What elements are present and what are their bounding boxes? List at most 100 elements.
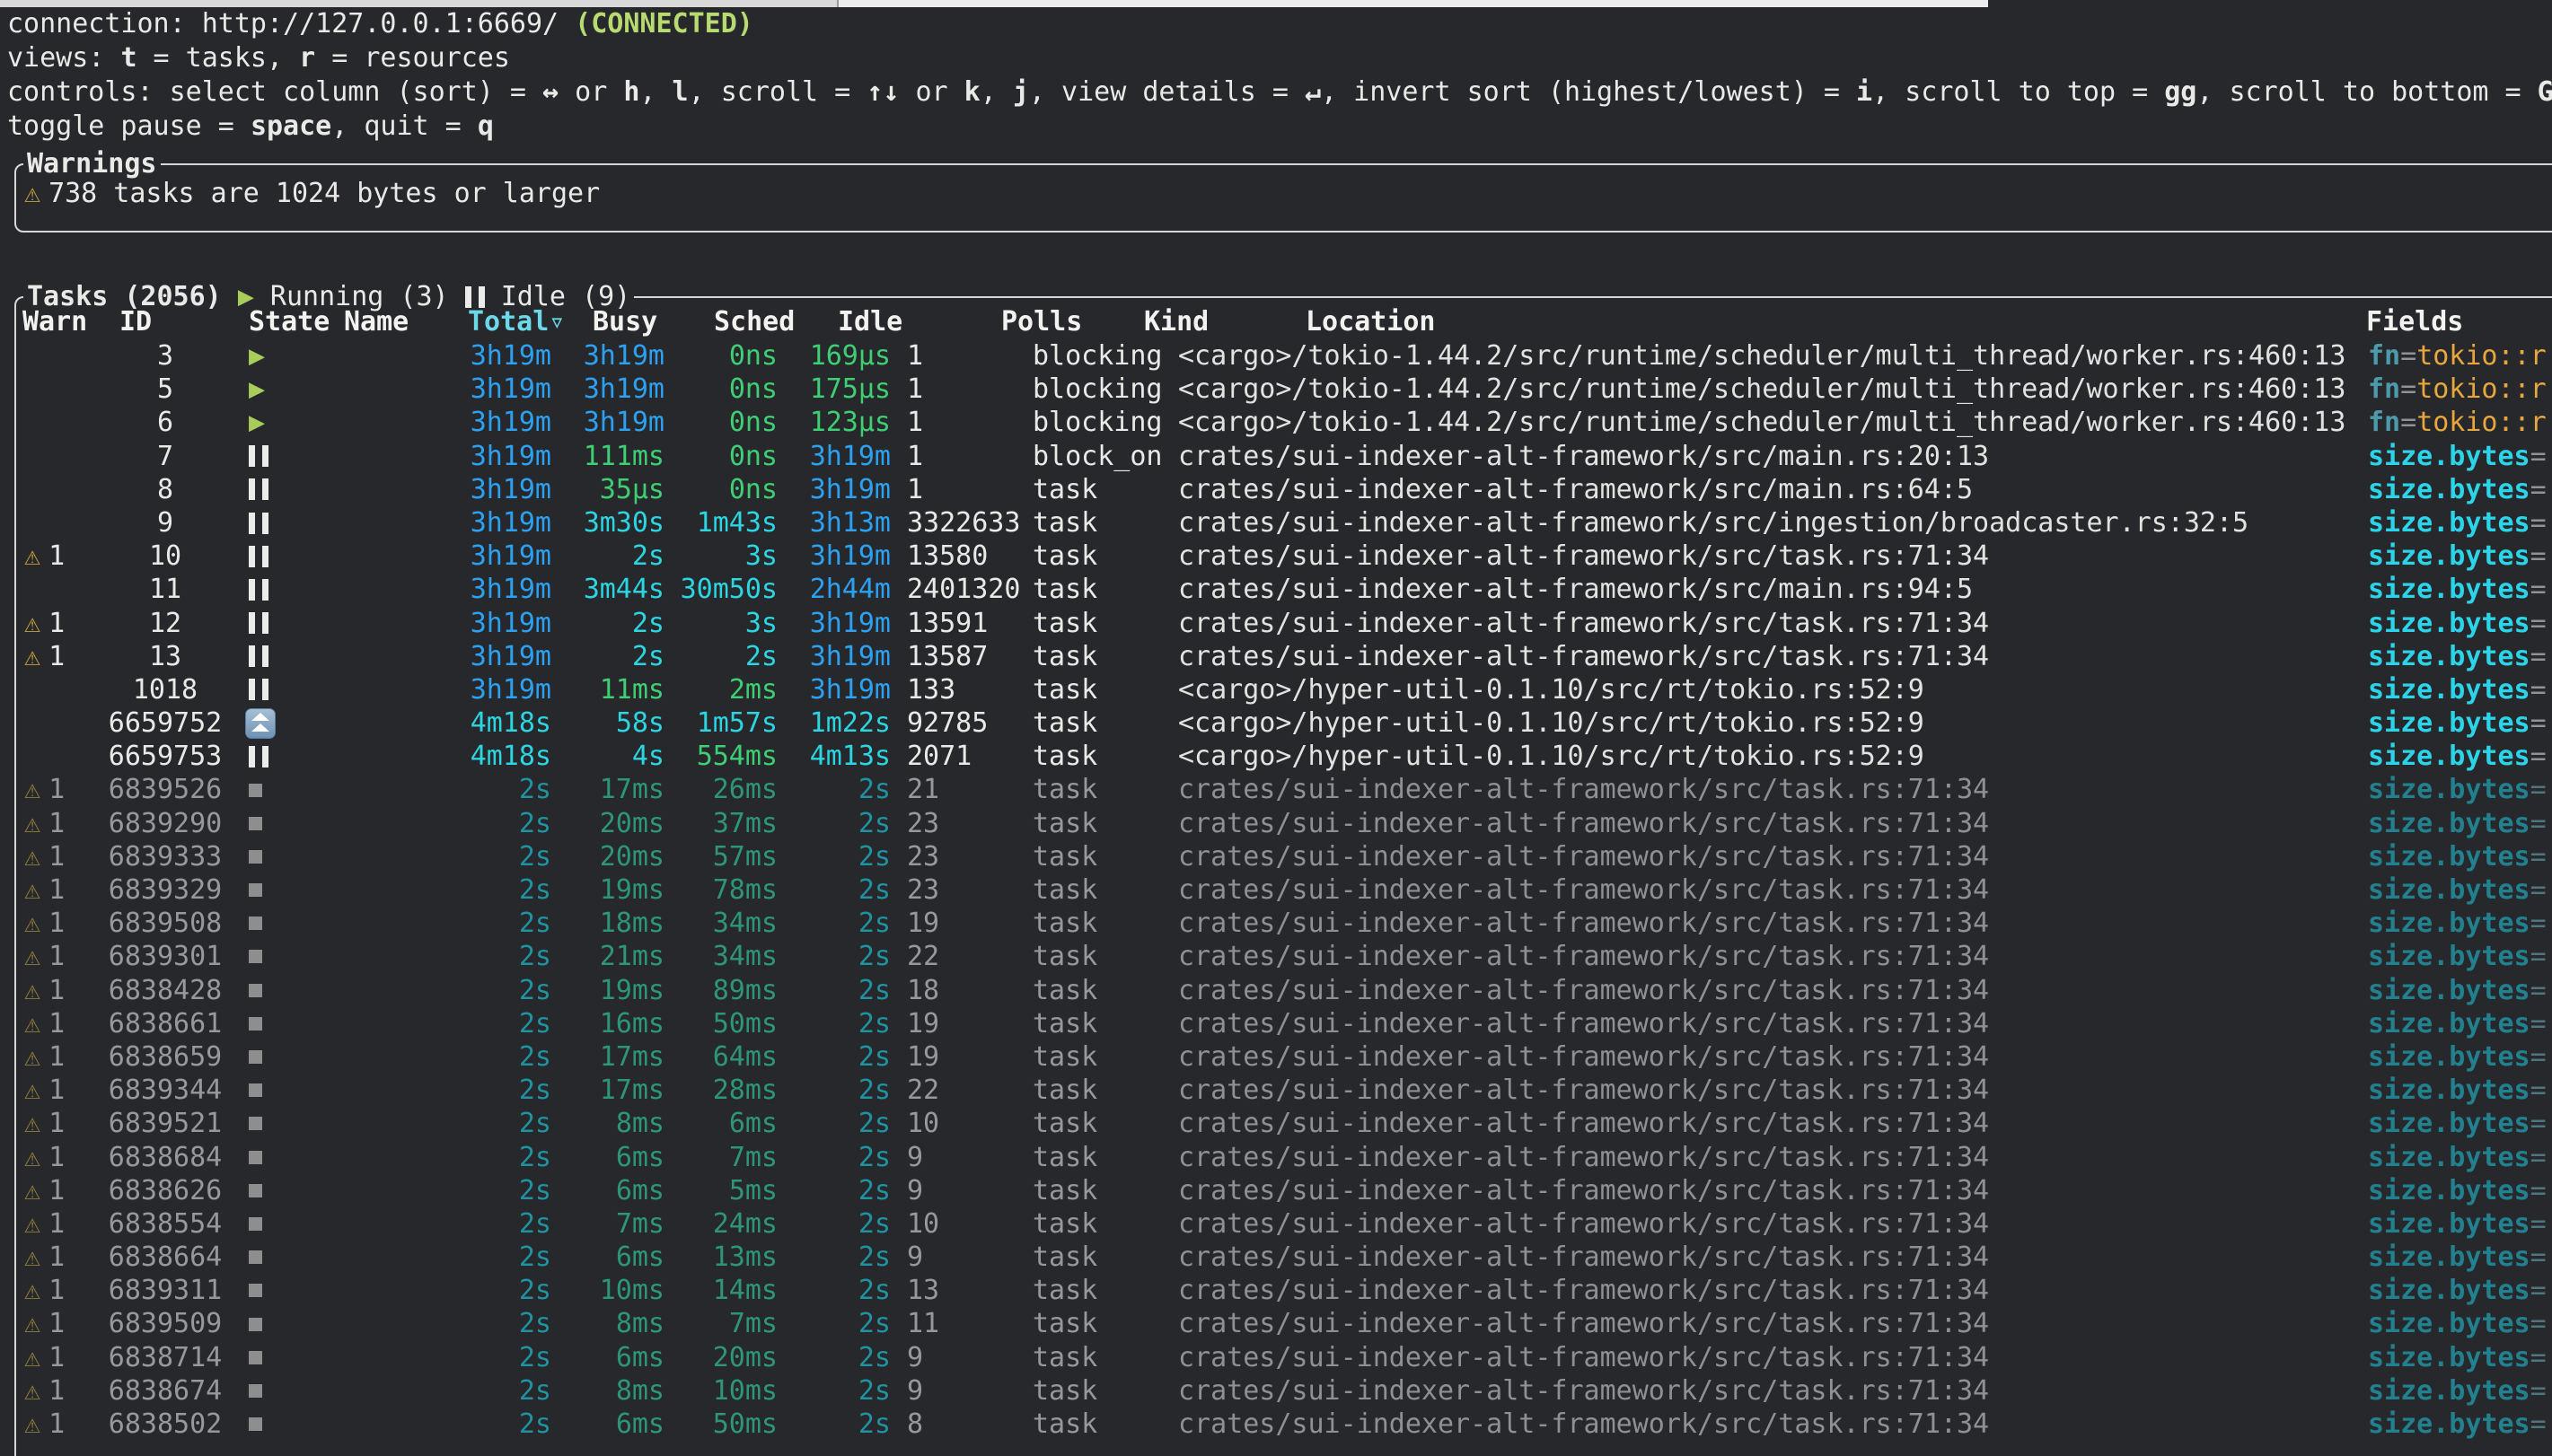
cell-fields: size.bytes= bbox=[2353, 1141, 2552, 1174]
task-row[interactable]: ⚠168395212s8ms6ms2s10taskcrates/sui-inde… bbox=[16, 1107, 2552, 1140]
warning-icon: ⚠ bbox=[24, 840, 40, 873]
duration-value: 34ms bbox=[713, 941, 778, 972]
pause-icon bbox=[249, 612, 268, 634]
task-row[interactable]: ⚠168387142s6ms20ms2s9taskcrates/sui-inde… bbox=[16, 1341, 2552, 1374]
cell-state bbox=[228, 506, 289, 539]
column-header-total[interactable]: Total▿ bbox=[468, 305, 565, 339]
cell-total: 2s bbox=[343, 1274, 551, 1307]
cell-warn: ⚠1 bbox=[16, 640, 102, 673]
task-row[interactable]: ⚠168392902s20ms37ms2s23taskcrates/sui-in… bbox=[16, 807, 2552, 840]
task-row[interactable]: ⚠1123h19m2s3s3h19m13591taskcrates/sui-in… bbox=[16, 607, 2552, 640]
task-row[interactable]: ⚠1133h19m2s2s3h19m13587taskcrates/sui-in… bbox=[16, 640, 2552, 673]
cell-id: 6839333 bbox=[102, 840, 228, 873]
duration-value: 6ms bbox=[616, 1408, 664, 1440]
location-path: crates/sui-indexer-alt-framework/src/tas… bbox=[1178, 774, 1989, 805]
duration-value: 10ms bbox=[713, 1375, 778, 1407]
column-header-busy[interactable]: Busy bbox=[593, 305, 657, 339]
cell-busy: 8ms bbox=[551, 1107, 664, 1140]
column-header-id[interactable]: ID bbox=[119, 305, 152, 339]
task-row[interactable]: ⚠168393442s17ms28ms2s22taskcrates/sui-in… bbox=[16, 1074, 2552, 1107]
cell-sched: 2s bbox=[664, 640, 778, 673]
column-header-polls[interactable]: Polls bbox=[1001, 305, 1082, 339]
column-header-state[interactable]: State bbox=[249, 305, 330, 339]
task-row[interactable]: ⚠168386262s6ms5ms2s9taskcrates/sui-index… bbox=[16, 1174, 2552, 1207]
cell-fields: size.bytes= bbox=[2353, 974, 2552, 1007]
cell-sched: 57ms bbox=[664, 840, 778, 873]
task-row[interactable]: ⚠168386742s8ms10ms2s9taskcrates/sui-inde… bbox=[16, 1374, 2552, 1408]
task-row[interactable]: 10183h19m11ms2ms3h19m133task<cargo>/hype… bbox=[16, 673, 2552, 706]
task-row[interactable]: ⚠168385022s6ms50ms2s8taskcrates/sui-inde… bbox=[16, 1408, 2552, 1441]
task-row[interactable]: ⚠168393332s20ms57ms2s23taskcrates/sui-in… bbox=[16, 840, 2552, 873]
field-equals: = bbox=[2530, 874, 2547, 906]
woken-up-arrow-icon bbox=[245, 708, 276, 739]
task-row[interactable]: ⚠168386842s6ms7ms2s9taskcrates/sui-index… bbox=[16, 1141, 2552, 1174]
cell-location: crates/sui-indexer-alt-framework/src/tas… bbox=[1178, 1107, 2353, 1140]
task-row[interactable]: ⚠168386642s6ms13ms2s9taskcrates/sui-inde… bbox=[16, 1241, 2552, 1274]
cell-fields: size.bytes= bbox=[2353, 907, 2552, 940]
task-row[interactable]: ⚠168393012s21ms34ms2s22taskcrates/sui-in… bbox=[16, 940, 2552, 973]
task-row[interactable]: ⚠168386592s17ms64ms2s19taskcrates/sui-in… bbox=[16, 1040, 2552, 1074]
duration-value: 2s bbox=[858, 774, 891, 805]
task-row[interactable]: ⚠168393292s19ms78ms2s23taskcrates/sui-in… bbox=[16, 873, 2552, 907]
cell-kind: task bbox=[1033, 1107, 1178, 1140]
cell-kind: task bbox=[1033, 773, 1178, 806]
task-row[interactable]: 3▶3h19m3h19m0ns169µs1blocking<cargo>/tok… bbox=[16, 339, 2552, 373]
field-key: size.bytes bbox=[2368, 874, 2530, 906]
task-row[interactable]: ⚠168395262s17ms26ms2s21taskcrates/sui-in… bbox=[16, 773, 2552, 806]
task-row[interactable]: ⚠168393112s10ms14ms2s13taskcrates/sui-in… bbox=[16, 1274, 2552, 1307]
field-equals: = bbox=[2530, 1108, 2547, 1139]
task-row[interactable]: 6▶3h19m3h19m0ns123µs1blocking<cargo>/tok… bbox=[16, 406, 2552, 439]
task-row[interactable]: 66597534m18s4s554ms4m13s2071task<cargo>/… bbox=[16, 740, 2552, 773]
task-row[interactable]: ⚠168384282s19ms89ms2s18taskcrates/sui-in… bbox=[16, 974, 2552, 1007]
task-row[interactable]: ⚠1103h19m2s3s3h19m13580taskcrates/sui-in… bbox=[16, 539, 2552, 573]
duration-value: 58s bbox=[616, 707, 664, 739]
task-row[interactable]: 66597524m18s58s1m57s1m22s92785task<cargo… bbox=[16, 706, 2552, 740]
cell-sched: 3s bbox=[664, 539, 778, 573]
column-header-warn[interactable]: Warn bbox=[22, 305, 87, 339]
cell-sched: 10ms bbox=[664, 1374, 778, 1408]
task-row[interactable]: 5▶3h19m3h19m0ns175µs1blocking<cargo>/tok… bbox=[16, 373, 2552, 406]
task-row[interactable]: ⚠168395082s18ms34ms2s19taskcrates/sui-in… bbox=[16, 907, 2552, 940]
cell-fields: fn=tokio::r bbox=[2353, 373, 2552, 406]
field-equals: = bbox=[2530, 975, 2547, 1006]
duration-value: 6ms bbox=[616, 1142, 664, 1173]
duration-value: 2s bbox=[858, 1342, 891, 1373]
cell-busy: 17ms bbox=[551, 773, 664, 806]
text-segment: , bbox=[981, 76, 1013, 108]
task-row[interactable]: ⚠168386612s16ms50ms2s19taskcrates/sui-in… bbox=[16, 1007, 2552, 1040]
cell-busy: 3m44s bbox=[551, 573, 664, 606]
field-equals: = bbox=[2530, 608, 2547, 639]
column-header-location[interactable]: Location bbox=[1306, 305, 1436, 339]
warning-icon: ⚠ bbox=[24, 773, 40, 806]
completed-square-icon bbox=[249, 1250, 262, 1264]
text-segment: i bbox=[1856, 76, 1872, 108]
cell-warn: ⚠1 bbox=[16, 1274, 102, 1307]
column-header-idle[interactable]: Idle bbox=[838, 305, 902, 339]
field-equals: = bbox=[2530, 1008, 2547, 1039]
text-segment: views: bbox=[7, 42, 120, 74]
task-row[interactable]: ⚠168385542s7ms24ms2s10taskcrates/sui-ind… bbox=[16, 1207, 2552, 1241]
column-header-kind[interactable]: Kind bbox=[1144, 305, 1209, 339]
task-row[interactable]: 73h19m111ms0ns3h19m1block_oncrates/sui-i… bbox=[16, 440, 2552, 473]
cell-kind: task bbox=[1033, 907, 1178, 940]
cell-idle: 2h44m bbox=[778, 573, 891, 606]
duration-value: 0ns bbox=[729, 407, 778, 438]
cell-fields: size.bytes= bbox=[2353, 1241, 2552, 1274]
task-row[interactable]: 93h19m3m30s1m43s3h13m3322633taskcrates/s… bbox=[16, 506, 2552, 539]
task-row[interactable]: 83h19m35µs0ns3h19m1taskcrates/sui-indexe… bbox=[16, 473, 2552, 506]
duration-value: 17ms bbox=[600, 1041, 664, 1073]
column-header-fields[interactable]: Fields bbox=[2366, 305, 2463, 339]
cell-warn: ⚠1 bbox=[16, 1374, 102, 1408]
location-path: crates/sui-indexer-alt-framework/src/ing… bbox=[1178, 507, 2248, 539]
duration-value: 7ms bbox=[729, 1308, 778, 1339]
column-header-sched[interactable]: Sched bbox=[714, 305, 795, 339]
task-row[interactable]: 113h19m3m44s30m50s2h44m2401320taskcrates… bbox=[16, 573, 2552, 606]
warn-count: 1 bbox=[48, 873, 65, 907]
cell-sched: 24ms bbox=[664, 1207, 778, 1241]
task-row[interactable]: ⚠168395092s8ms7ms2s11taskcrates/sui-inde… bbox=[16, 1307, 2552, 1340]
cell-name bbox=[289, 1107, 343, 1140]
cell-sched: 89ms bbox=[664, 974, 778, 1007]
field-equals: = bbox=[2530, 1241, 2547, 1273]
warn-count: 1 bbox=[48, 1207, 65, 1241]
column-header-name[interactable]: Name bbox=[344, 305, 409, 339]
